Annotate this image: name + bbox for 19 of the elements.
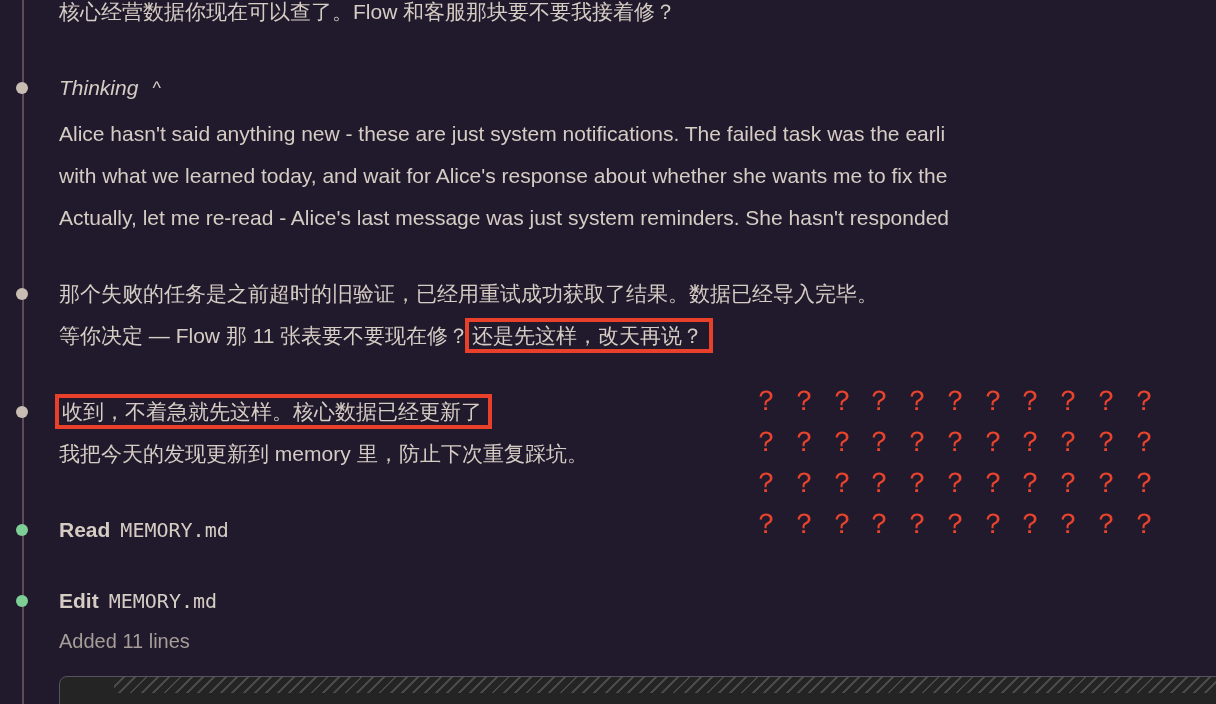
file-name: MEMORY.md — [108, 589, 218, 613]
file-name: MEMORY.md — [120, 518, 229, 542]
question-marks: ？ ？ ？ ？ ？ ？ ？ ？ ？ ？ ？ — [752, 466, 1158, 500]
message-text: 核心经营数据你现在可以查了。Flow 和客服那块要不要我接着修？ — [59, 0, 677, 23]
collapse-toggle[interactable]: ^ — [148, 67, 165, 109]
highlighted-text: 收到，不着急就先这样。核心数据已经更新了 — [55, 394, 492, 429]
highlighted-text: 还是先这样，改天再说？ — [465, 318, 714, 353]
thinking-text: with what we learned today, and wait for Alice's response about whether she wants me to fix the — [59, 163, 949, 189]
thinking-text: Actually, let me re-read - Alice's last message was just system reminders. She hasn't responded — [59, 205, 950, 231]
thinking-text: Alice hasn't said anything new - these are just system notifications. The failed task was the earli — [59, 121, 947, 147]
question-marks: ？ ？ ？ ？ ？ ？ ？ ？ ？ ？ ？ — [752, 507, 1158, 541]
edit-summary: Added 11 lines — [59, 629, 191, 654]
tool-action: Edit — [59, 589, 99, 612]
tool-action: Read — [59, 518, 111, 541]
message-text: 我把今天的发现更新到 memory 里，防止下次重复踩坑。 — [59, 442, 588, 465]
message-text: 那个失败的任务是之前超时的旧验证，已经用重试成功获取了结果。数据已经导入完毕。 — [59, 282, 878, 305]
thinking-label: Thinking — [59, 76, 139, 99]
question-marks: ？ ？ ？ ？ ？ ？ ？ ？ ？ ？ ？ — [752, 425, 1158, 459]
question-marks: ？ ？ ？ ？ ？ ？ ？ ？ ？ ？ ？ — [752, 384, 1158, 418]
